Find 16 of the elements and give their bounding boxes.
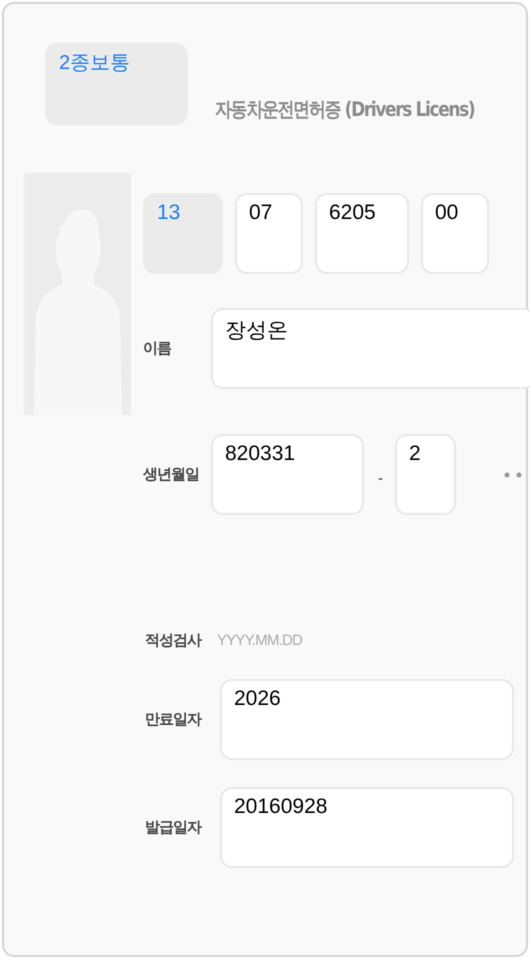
field-label: 이름 <box>143 339 172 358</box>
issue-date-field[interactable]: 20160928 <box>220 787 514 868</box>
field-label: 생년월일 <box>143 465 200 484</box>
license-number-field[interactable]: 00 <box>421 193 489 274</box>
license-number-field[interactable]: 07 <box>235 193 303 274</box>
dots-icon <box>504 472 522 478</box>
field-label: 적성검사 <box>145 631 202 650</box>
name-field[interactable]: 장성온 <box>211 308 530 389</box>
card-title: 자동차운전면허증 (Drivers Licens) <box>215 96 474 123</box>
separator: - <box>378 470 383 487</box>
field-label: 만료일자 <box>145 710 202 729</box>
license-number-field[interactable]: 6205 <box>315 193 409 274</box>
gender-digit-field[interactable]: 2 <box>395 434 456 515</box>
field-label: 발급일자 <box>145 818 202 837</box>
expiry-date-field[interactable]: 2026 <box>220 679 514 760</box>
birth-date-field[interactable]: 820331 <box>211 434 364 515</box>
